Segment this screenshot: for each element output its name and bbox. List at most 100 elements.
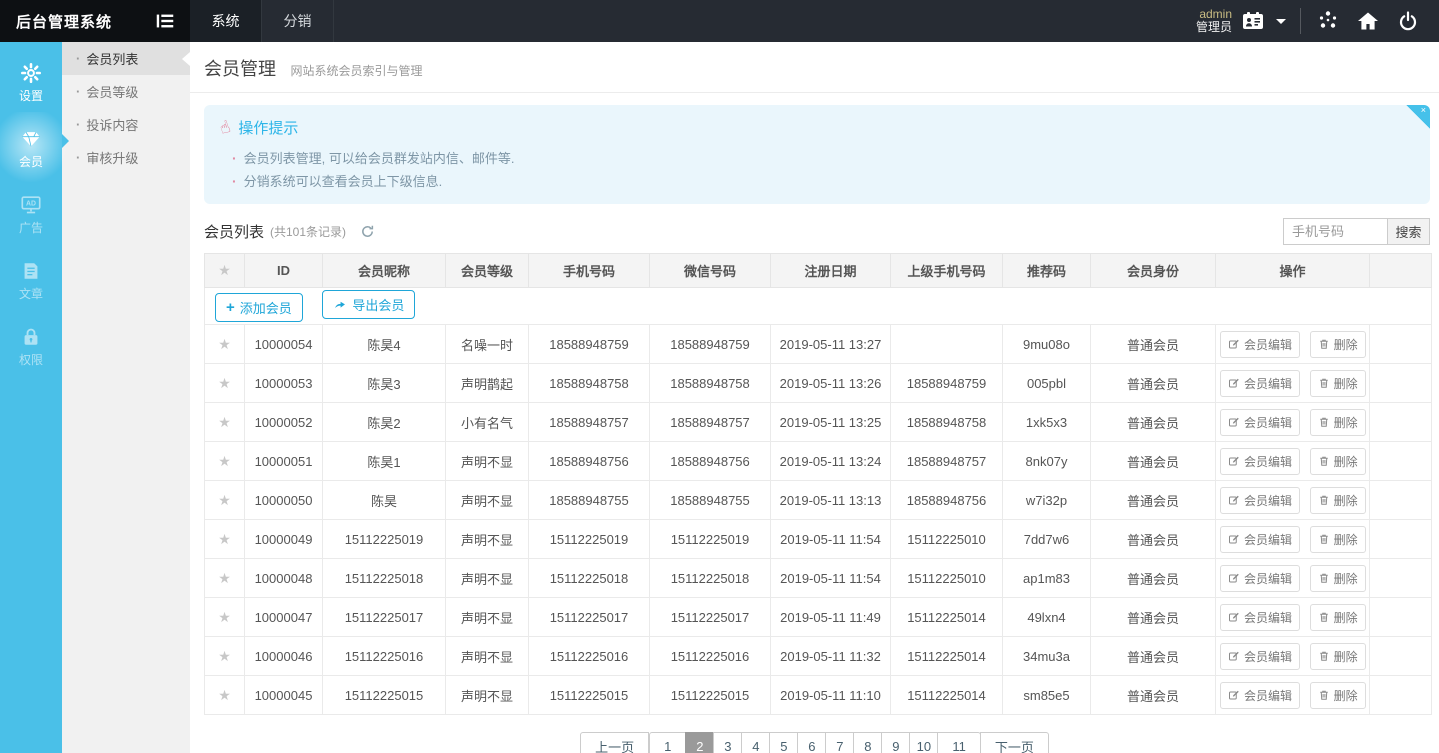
pagination-page-button[interactable]: 2 (685, 732, 714, 753)
delete-member-label: 删除 (1334, 609, 1358, 626)
brand-area: 后台管理系统 (0, 0, 190, 42)
delete-member-label: 删除 (1334, 492, 1358, 509)
refresh-button[interactable] (360, 224, 376, 240)
star-toggle[interactable]: ★ (218, 453, 231, 469)
delete-member-label: 删除 (1334, 570, 1358, 587)
star-toggle[interactable]: ★ (218, 375, 231, 391)
add-member-button[interactable]: + 添加会员 (215, 293, 303, 322)
star-toggle[interactable]: ★ (218, 336, 231, 352)
cell-identity: 普通会员 (1091, 520, 1216, 559)
submenu-item-member-level[interactable]: · 会员等级 (62, 75, 190, 108)
cell-level: 小有名气 (446, 403, 529, 442)
sidebar-item-members[interactable]: 会员 (0, 118, 62, 180)
tips-panel: ☝ 操作提示 ·会员列表管理, 可以给会员群发站内信、邮件等. ·分销系统可以查… (204, 105, 1430, 204)
table-row: ★ 10000049 15112225019 声明不显 15112225019 … (205, 520, 1432, 559)
pagination-page-button[interactable]: 8 (853, 732, 882, 753)
user-menu[interactable]: admin 管理员 (1196, 8, 1286, 34)
star-toggle[interactable]: ★ (218, 609, 231, 625)
sidebar-item-articles[interactable]: 文章 (0, 250, 62, 312)
cell-regdate: 2019-05-11 13:27 (771, 325, 891, 364)
delete-member-button[interactable]: 删除 (1310, 487, 1366, 514)
star-toggle[interactable]: ★ (218, 687, 231, 703)
delete-member-label: 删除 (1334, 687, 1358, 704)
delete-member-button[interactable]: 删除 (1310, 448, 1366, 475)
topnav-item-distribution[interactable]: 分销 (262, 0, 334, 42)
edit-member-button[interactable]: 会员编辑 (1220, 409, 1300, 436)
sidebar-collapse-button[interactable] (154, 10, 176, 32)
pagination: 上一页 1234567891011 下一页 (580, 732, 1049, 753)
cell-id: 10000052 (245, 403, 323, 442)
list-title: 会员列表 (204, 221, 264, 242)
pagination-page-button[interactable]: 10 (909, 732, 938, 753)
pagination-page-button[interactable]: 3 (713, 732, 742, 753)
cell-identity: 普通会员 (1091, 637, 1216, 676)
edit-member-button[interactable]: 会员编辑 (1220, 487, 1300, 514)
tips-close-button[interactable]: × (1406, 105, 1430, 129)
sidebar-item-ads[interactable]: AD 广告 (0, 184, 62, 246)
export-member-button[interactable]: 导出会员 (322, 290, 415, 319)
cell-parent-phone: 18588948759 (891, 364, 1003, 403)
member-table-body: + 添加会员 导出会员 ★ 10000054 陈昊4 (205, 288, 1432, 715)
column-header-wechat: 微信号码 (650, 254, 771, 288)
search-button[interactable]: 搜索 (1388, 218, 1430, 245)
pagination-page-button[interactable]: 7 (825, 732, 854, 753)
pagination-page-button[interactable]: 6 (797, 732, 826, 753)
edit-member-button[interactable]: 会员编辑 (1220, 370, 1300, 397)
star-toggle[interactable]: ★ (218, 570, 231, 586)
cell-regdate: 2019-05-11 11:32 (771, 637, 891, 676)
edit-member-button[interactable]: 会员编辑 (1220, 604, 1300, 631)
pagination-page-button[interactable]: 11 (937, 732, 981, 753)
edit-member-button[interactable]: 会员编辑 (1220, 448, 1300, 475)
delete-member-button[interactable]: 删除 (1310, 409, 1366, 436)
cell-empty (1370, 442, 1432, 481)
delete-member-button[interactable]: 删除 (1310, 604, 1366, 631)
star-toggle[interactable]: ★ (218, 648, 231, 664)
pagination-page-button[interactable]: 5 (769, 732, 798, 753)
delete-member-label: 删除 (1334, 336, 1358, 353)
pagination-wrap: 上一页 1234567891011 下一页 (190, 732, 1439, 753)
delete-member-button[interactable]: 删除 (1310, 565, 1366, 592)
pagination-page-button[interactable]: 9 (881, 732, 910, 753)
delete-member-button[interactable]: 删除 (1310, 643, 1366, 670)
topnav-item-system[interactable]: 系统 (190, 0, 262, 42)
star-toggle[interactable]: ★ (218, 414, 231, 430)
scatter-dots-icon (1316, 9, 1340, 33)
edit-member-button[interactable]: 会员编辑 (1220, 565, 1300, 592)
edit-icon (1228, 494, 1240, 506)
sidebar-item-permissions[interactable]: 权限 (0, 316, 62, 378)
delete-member-button[interactable]: 删除 (1310, 526, 1366, 553)
cell-wechat: 15112225018 (650, 559, 771, 598)
home-icon (1356, 9, 1380, 33)
cell-identity: 普通会员 (1091, 364, 1216, 403)
delete-member-button[interactable]: 删除 (1310, 331, 1366, 358)
cell-id: 10000051 (245, 442, 323, 481)
edit-member-button[interactable]: 会员编辑 (1220, 526, 1300, 553)
submenu-item-complaints[interactable]: · 投诉内容 (62, 108, 190, 141)
pagination-page-button[interactable]: 4 (741, 732, 770, 753)
submenu-label: 审核升级 (86, 148, 138, 167)
edit-icon (1228, 533, 1240, 545)
list-title-bar: 会员列表 (共101条记录) 搜索 (204, 218, 1430, 245)
submenu-item-member-list[interactable]: · 会员列表 (62, 42, 190, 75)
edit-member-button[interactable]: 会员编辑 (1220, 682, 1300, 709)
column-header-empty (1370, 254, 1432, 288)
pagination-prev-button[interactable]: 上一页 (580, 732, 649, 753)
star-toggle[interactable]: ★ (218, 531, 231, 547)
cell-parent-phone: 15112225010 (891, 520, 1003, 559)
edit-member-button[interactable]: 会员编辑 (1220, 331, 1300, 358)
pagination-next-button[interactable]: 下一页 (980, 732, 1049, 753)
star-toggle[interactable]: ★ (218, 492, 231, 508)
page-subtitle: 网站系统会员索引与管理 (290, 64, 422, 78)
cell-empty (1370, 637, 1432, 676)
logout-button[interactable] (1395, 8, 1421, 34)
delete-member-button[interactable]: 删除 (1310, 682, 1366, 709)
home-button[interactable] (1355, 8, 1381, 34)
scatter-dots-button[interactable] (1315, 8, 1341, 34)
delete-member-button[interactable]: 删除 (1310, 370, 1366, 397)
active-submenu-notch (182, 52, 190, 66)
search-input[interactable] (1283, 218, 1388, 245)
sidebar-item-settings[interactable]: 设置 (0, 52, 62, 114)
pagination-page-button[interactable]: 1 (649, 732, 686, 753)
submenu-item-upgrade-review[interactable]: · 审核升级 (62, 141, 190, 174)
edit-member-button[interactable]: 会员编辑 (1220, 643, 1300, 670)
